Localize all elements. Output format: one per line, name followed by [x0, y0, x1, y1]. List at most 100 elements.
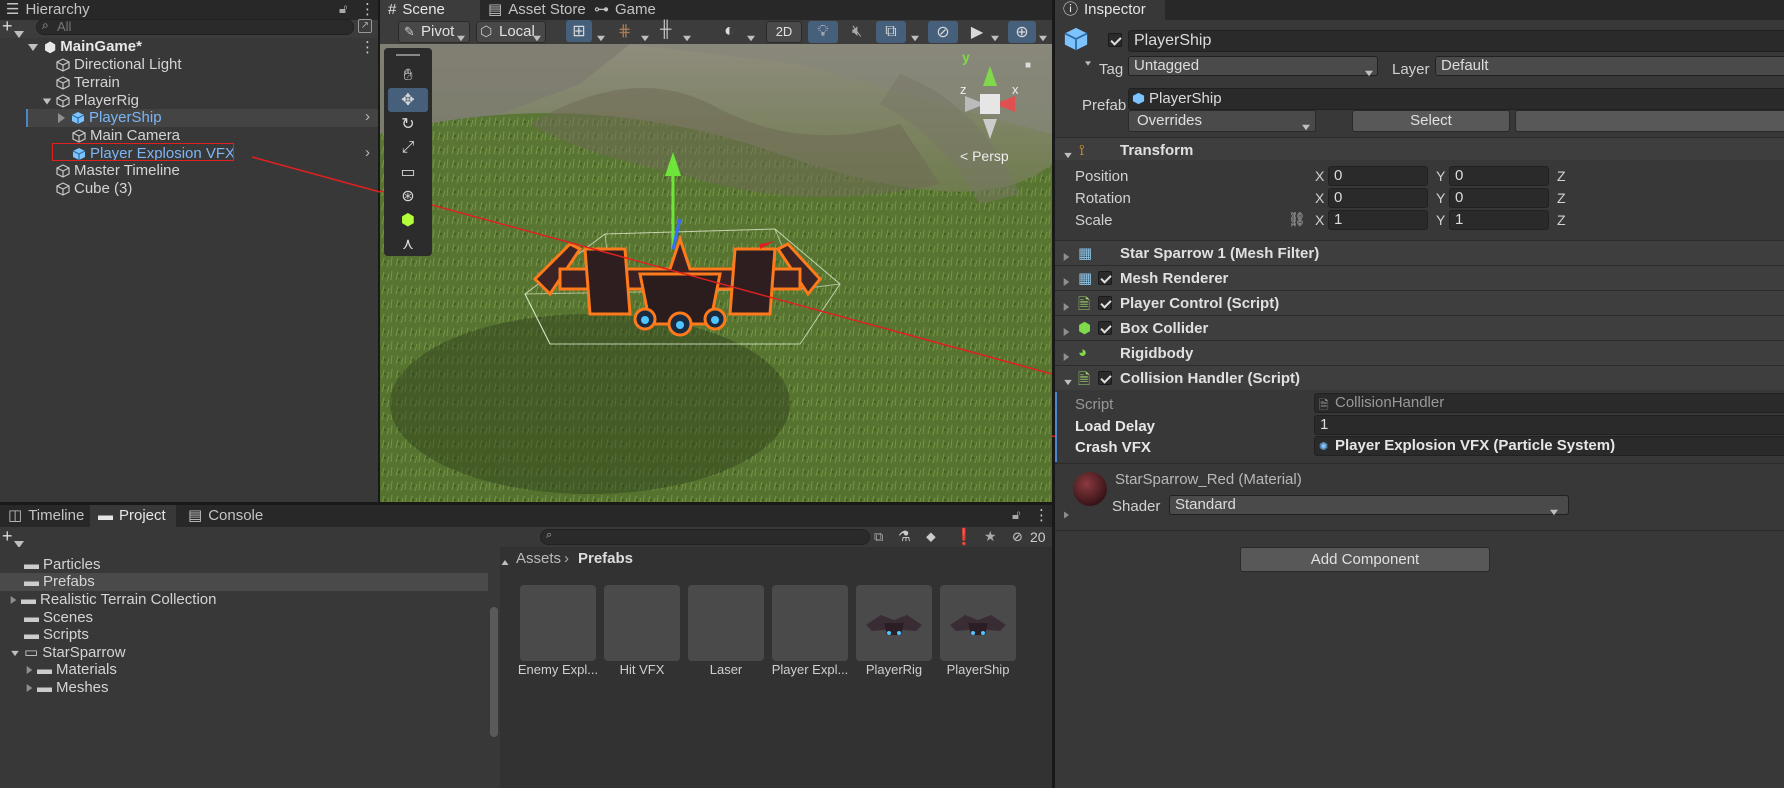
tag-dropdown[interactable]: Untagged — [1128, 56, 1378, 76]
add-icon[interactable]: + — [2, 16, 13, 37]
filter-by-label-icon[interactable]: ⬥ — [926, 528, 936, 545]
asset-label[interactable]: Hit VFX — [594, 662, 690, 677]
scale-tool-icon[interactable]: ⤢ — [388, 136, 428, 160]
warning-icon[interactable]: ❗ — [954, 527, 974, 547]
asset-label[interactable]: Enemy Expl... — [510, 662, 606, 677]
object-name-field[interactable]: PlayerShip — [1128, 30, 1784, 52]
breadcrumb-prefabs[interactable]: Prefabs — [578, 550, 633, 567]
hierarchy-item-directional-light[interactable]: Directional Light — [56, 55, 182, 75]
asset-label[interactable]: Player Expl... — [762, 662, 858, 677]
tab-scene[interactable]: # Scene — [380, 0, 480, 20]
scene-more-icon[interactable]: ⋮ — [360, 38, 375, 56]
rotate-tool-icon[interactable]: ↻ — [388, 112, 428, 136]
expand-icon[interactable] — [42, 98, 52, 104]
hierarchy-item-master-timeline[interactable]: Master Timeline — [56, 161, 180, 181]
search-filter-icon[interactable]: ⧉ — [874, 529, 883, 545]
scene-viewport[interactable]: y z x < Persp ■ — [380, 44, 1052, 502]
breadcrumb-collapse-icon[interactable] — [500, 553, 510, 569]
folder-meshes[interactable]: ▬ Meshes — [26, 678, 109, 698]
rotation-x-field[interactable]: 0 — [1328, 188, 1428, 208]
prefab-field[interactable]: PlayerShip — [1128, 88, 1784, 110]
open-button[interactable] — [1515, 110, 1784, 132]
more-menu-icon[interactable]: ⋮ — [360, 0, 375, 18]
palette-grip-icon[interactable] — [396, 54, 420, 56]
enabled-checkbox[interactable] — [1098, 271, 1112, 288]
tab-asset-store[interactable]: ▤ Asset Store — [480, 0, 594, 20]
crash-vfx-field[interactable]: Player Explosion VFX (Particle System) — [1314, 436, 1784, 456]
asset-thumb[interactable] — [940, 585, 1016, 661]
favorite-star-icon[interactable]: ★ — [984, 528, 997, 545]
create-icon[interactable]: + — [2, 526, 13, 547]
collapse-icon[interactable] — [1063, 507, 1070, 523]
scale-y-field[interactable]: 1 — [1449, 210, 1549, 230]
snap-increment-icon[interactable]: ╫ — [660, 21, 671, 39]
collapse-icon[interactable] — [1063, 299, 1070, 315]
grid-snap-icon[interactable]: ⊞ — [566, 20, 592, 42]
expand-icon[interactable] — [11, 650, 19, 656]
hidden-packages-icon[interactable]: ⊘ — [1012, 529, 1023, 545]
grid-visibility-icon[interactable]: ⋕ — [618, 21, 631, 41]
expand-icon[interactable] — [1063, 373, 1073, 389]
toggle-2d-button[interactable]: 2D — [766, 21, 802, 43]
tab-project[interactable]: ▬ Project — [90, 505, 176, 527]
collapse-icon[interactable] — [1063, 324, 1070, 340]
hierarchy-search-input[interactable]: All — [36, 19, 354, 35]
scale-x-field[interactable]: 1 — [1328, 210, 1428, 230]
folder-materials[interactable]: ▬ Materials — [26, 660, 117, 680]
effects-icon[interactable]: ⧉ — [876, 21, 906, 43]
lock-icon[interactable]: 🔓︎ — [339, 1, 347, 17]
hidden-objects-icon[interactable]: ⊘ — [928, 21, 958, 43]
search-filter-icon[interactable]: ↗ — [358, 19, 372, 33]
gizmos-icon[interactable]: ⊕ — [1008, 21, 1036, 43]
active-checkbox[interactable] — [1108, 33, 1122, 50]
asset-thumb[interactable] — [688, 585, 764, 661]
asset-thumb[interactable] — [604, 585, 680, 661]
expand-icon[interactable] — [1063, 146, 1073, 162]
hierarchy-tab[interactable]: ☰ Hierarchy — [0, 0, 98, 20]
move-tool-icon[interactable]: ✥ — [388, 88, 428, 112]
asset-thumb[interactable] — [520, 585, 596, 661]
project-search-input[interactable] — [540, 529, 870, 545]
chevron-down-icon[interactable] — [746, 29, 756, 45]
tab-inspector[interactable]: ⓘ Inspector — [1055, 0, 1165, 20]
collapse-icon[interactable] — [1063, 249, 1070, 265]
collapse-icon[interactable] — [26, 666, 33, 674]
folder-realistic-terrain[interactable]: ▬ Realistic Terrain Collection — [10, 590, 216, 610]
chevron-down-icon[interactable] — [682, 29, 692, 45]
rotation-y-field[interactable]: 0 — [1449, 188, 1549, 208]
collapse-icon[interactable] — [1063, 274, 1070, 290]
collapse-icon[interactable] — [10, 596, 17, 604]
chevron-down-icon[interactable] — [990, 29, 1000, 45]
collapse-icon[interactable] — [1063, 349, 1070, 365]
tab-game[interactable]: ⊶ Game — [586, 0, 664, 20]
asset-label[interactable]: Laser — [678, 662, 774, 677]
add-component-button[interactable]: Add Component — [1240, 547, 1490, 572]
asset-label[interactable]: PlayerShip — [930, 662, 1026, 677]
tab-console[interactable]: ▤ Console — [180, 505, 271, 527]
overrides-dropdown[interactable]: Overrides — [1128, 110, 1316, 132]
open-prefab-chevron-icon[interactable]: › — [365, 144, 370, 161]
path-tool-icon[interactable]: ⋏ — [388, 232, 428, 256]
draw-mode-icon[interactable]: ◐ — [724, 20, 735, 41]
gizmo-lock-icon[interactable]: ■ — [1025, 60, 1031, 71]
layer-dropdown[interactable]: Default — [1435, 56, 1784, 76]
camera-icon[interactable]: ▶ — [964, 21, 990, 43]
filter-by-type-icon[interactable]: ⚗ — [898, 528, 911, 545]
asset-thumb[interactable] — [772, 585, 848, 661]
audio-mute-icon[interactable]: 🔇︎ — [842, 21, 872, 43]
chevron-down-icon[interactable] — [910, 29, 920, 45]
persp-label[interactable]: < Persp — [960, 148, 1009, 164]
more-menu-icon[interactable]: ⋮ — [1034, 506, 1049, 524]
tab-timeline[interactable]: ◫ Timeline — [0, 505, 92, 527]
select-button[interactable]: Select — [1352, 110, 1510, 132]
chevron-down-icon[interactable] — [596, 29, 606, 45]
hierarchy-item-playership[interactable]: PlayerShip — [58, 108, 162, 128]
position-y-field[interactable]: 0 — [1449, 166, 1549, 186]
enabled-checkbox[interactable] — [1098, 296, 1112, 313]
folder-tree-scrollbar[interactable] — [490, 607, 498, 737]
chevron-down-icon[interactable] — [640, 29, 650, 45]
rect-tool-icon[interactable]: ▭ — [388, 160, 428, 184]
add-dropdown-icon[interactable] — [14, 25, 24, 41]
enabled-checkbox[interactable] — [1098, 371, 1112, 388]
expand-icon[interactable] — [28, 43, 38, 51]
